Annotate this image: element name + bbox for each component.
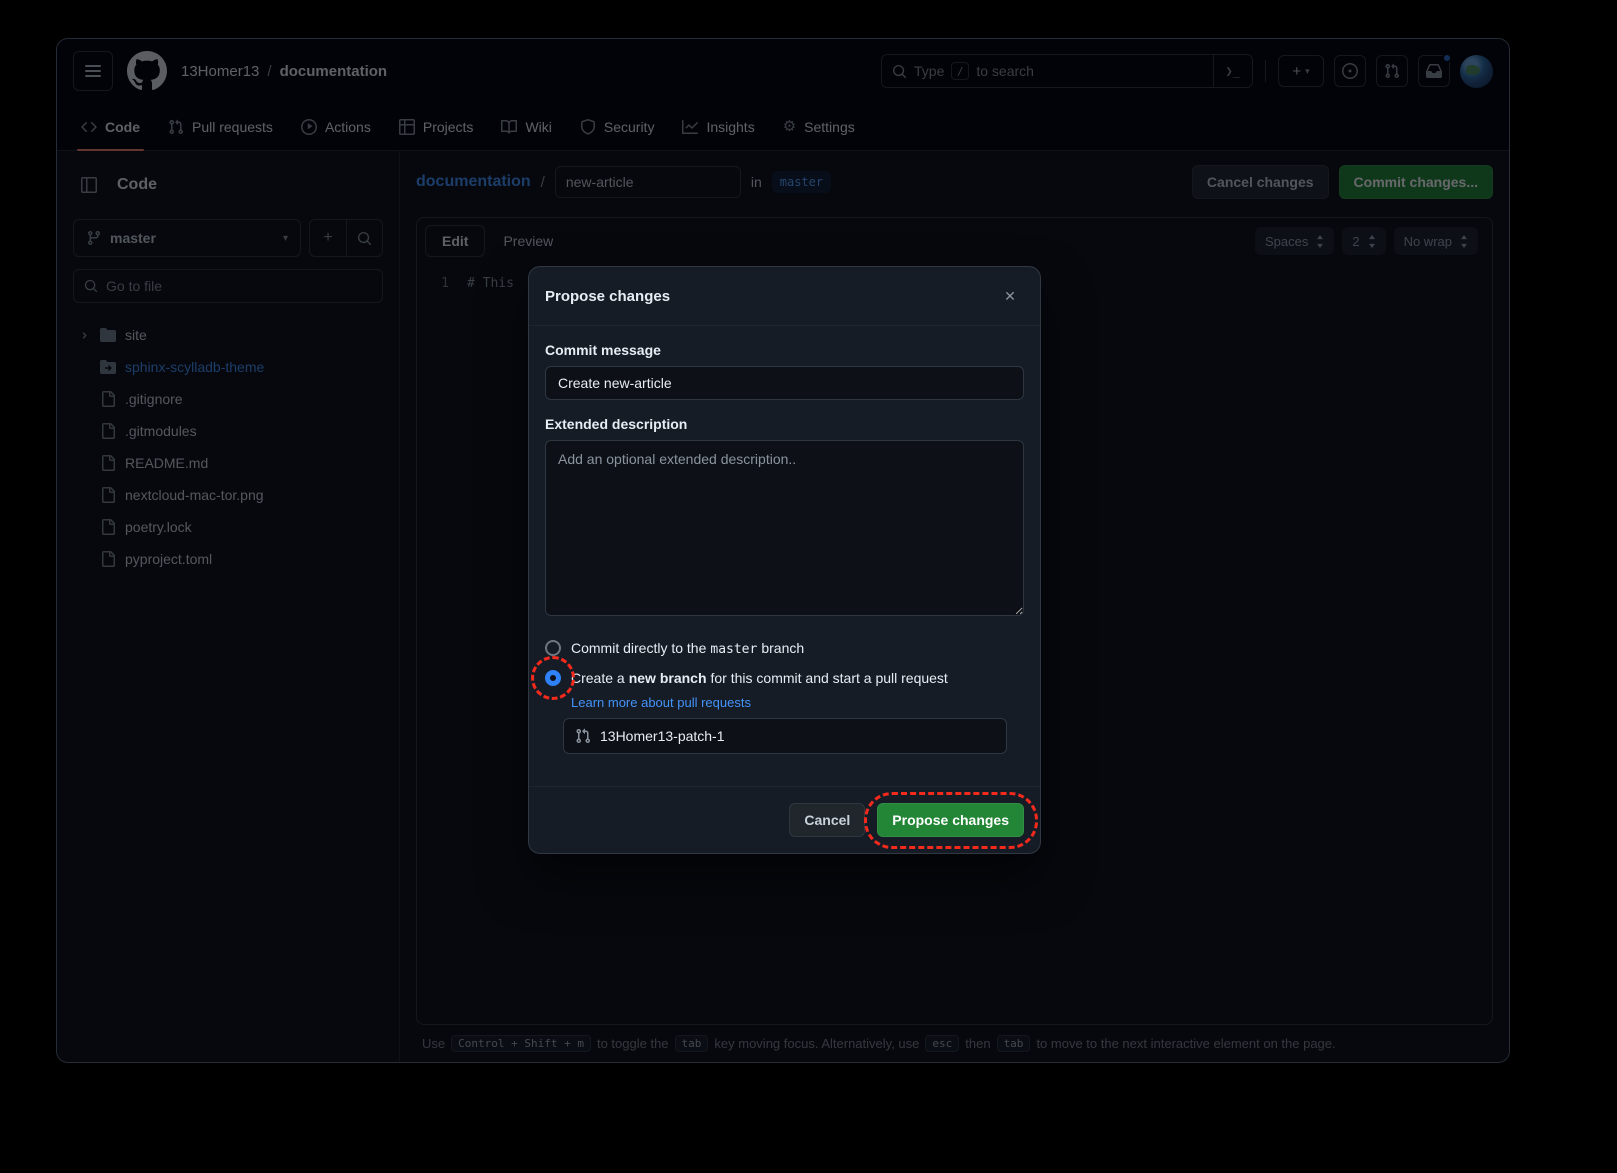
close-icon[interactable]: ✕: [996, 282, 1024, 310]
commit-message-label: Commit message: [545, 342, 1024, 358]
radio-label-text: Create a: [571, 670, 625, 686]
propose-changes-button[interactable]: Propose changes: [877, 803, 1024, 837]
dialog-title: Propose changes: [545, 288, 670, 305]
pull-request-icon: [575, 728, 591, 744]
propose-changes-dialog: Propose changes ✕ Commit message Extende…: [528, 266, 1041, 854]
cancel-button[interactable]: Cancel: [789, 803, 865, 837]
radio-unselected[interactable]: [545, 640, 561, 656]
branch-code: master: [710, 642, 757, 657]
radio-label-bold: new branch: [629, 670, 707, 686]
commit-message-input[interactable]: [545, 366, 1024, 400]
github-window: 13Homer13 / documentation Type / to sear…: [56, 38, 1510, 1063]
learn-more-link[interactable]: Learn more about pull requests: [571, 695, 751, 710]
branch-name-input[interactable]: [600, 728, 995, 744]
extended-description-label: Extended description: [545, 416, 1024, 432]
radio-label-text: branch: [761, 640, 804, 656]
extended-description-textarea[interactable]: [545, 440, 1024, 616]
new-branch-name-field[interactable]: [563, 718, 1007, 754]
create-branch-option[interactable]: Create anew branchfor this commit and st…: [545, 663, 1024, 693]
commit-directly-option[interactable]: Commit directly to the master branch: [545, 633, 1024, 663]
radio-selected[interactable]: [545, 670, 561, 686]
radio-label-text: for this commit and start a pull request: [711, 670, 948, 686]
radio-label-text: Commit directly to the: [571, 640, 706, 656]
